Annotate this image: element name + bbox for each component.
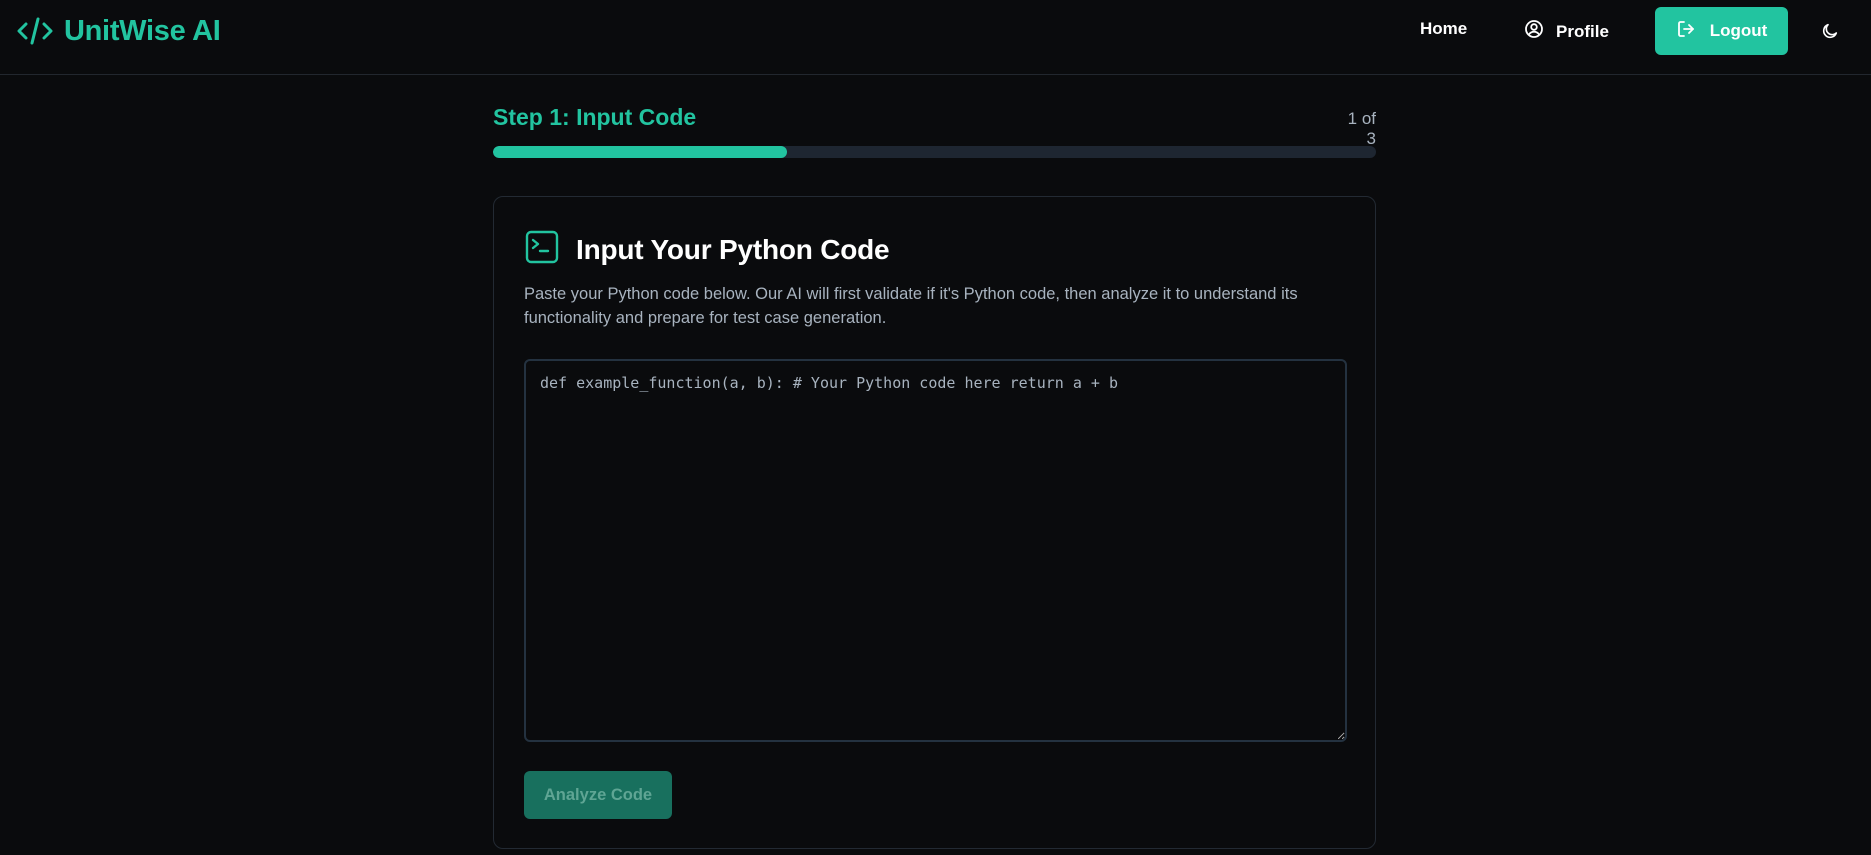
step-title: Step 1: Input Code <box>493 104 697 130</box>
progress-fill <box>493 146 788 158</box>
nav-profile-link[interactable]: Profile <box>1524 19 1609 44</box>
nav-profile-label: Profile <box>1556 21 1609 41</box>
moon-icon <box>1821 22 1839 43</box>
terminal-icon <box>524 229 560 270</box>
card-title: Input Your Python Code <box>576 233 890 265</box>
brand-logo-link[interactable]: UnitWise AI <box>16 12 221 50</box>
code-icon <box>16 12 54 50</box>
code-input-card: Input Your Python Code Paste your Python… <box>493 196 1376 849</box>
card-description: Paste your Python code below. Our AI wil… <box>524 285 1298 327</box>
logout-label: Logout <box>1709 21 1768 40</box>
card-header: Input Your Python Code <box>524 229 890 270</box>
step-count: 1 of 3 <box>1347 109 1376 148</box>
analyze-code-button[interactable]: Analyze Code <box>524 771 672 819</box>
progress-bar <box>493 146 1376 158</box>
brand-name: UnitWise AI <box>64 14 221 47</box>
logout-icon <box>1676 19 1696 44</box>
top-navbar: UnitWise AI Home Profile Logout <box>0 0 1871 75</box>
user-circle-icon <box>1524 19 1544 44</box>
logout-button[interactable]: Logout <box>1655 7 1788 55</box>
theme-toggle-button[interactable] <box>1816 18 1844 46</box>
python-code-input[interactable] <box>524 359 1347 742</box>
nav-home-link[interactable]: Home <box>1420 19 1467 39</box>
